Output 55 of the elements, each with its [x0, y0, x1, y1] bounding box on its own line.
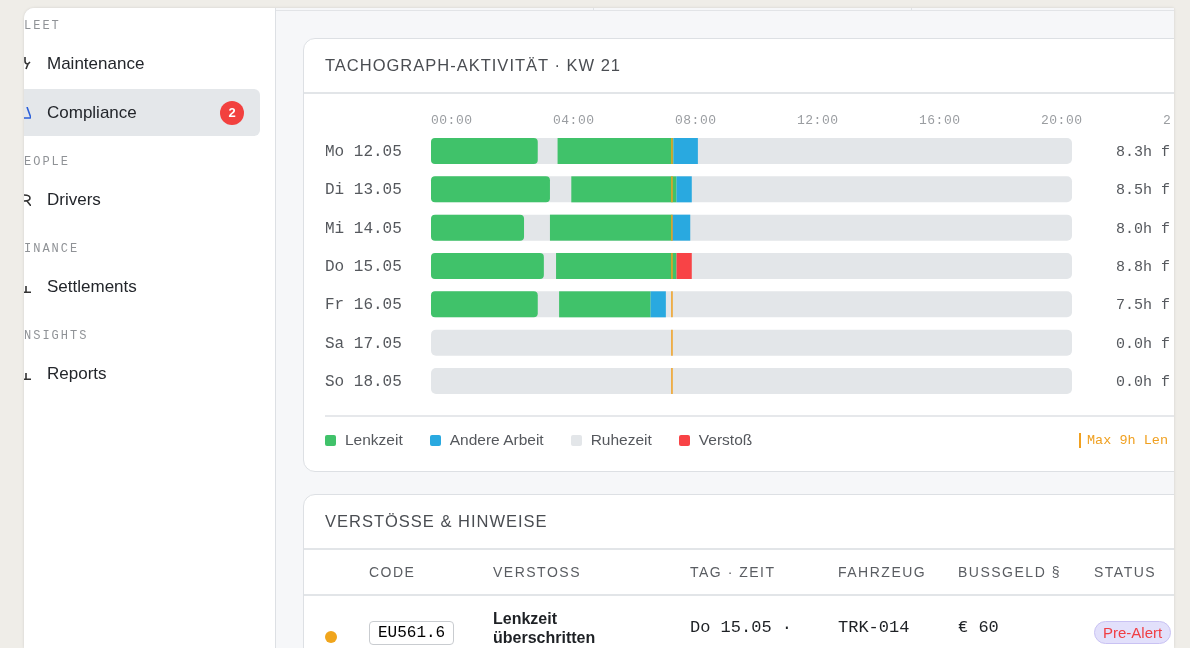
day-label: Do 15.05 — [325, 258, 402, 276]
column-header: BUSSGELD § — [958, 564, 1062, 580]
time-label: 16:00 — [919, 113, 961, 128]
nav-item[interactable]: Settlements — [24, 263, 260, 310]
time-label: 08:00 — [675, 113, 717, 128]
column-header: TAG · ZEIT — [690, 564, 777, 580]
hours-label: 8.3h f — [1116, 144, 1170, 161]
wrench-icon — [24, 57, 31, 70]
card-title: TACHOGRAPH-AKTIVITÄT · KW 21 — [325, 56, 621, 75]
section-label: LEET — [24, 18, 62, 34]
count-badge: 2 — [220, 100, 244, 125]
day-label: Mi 14.05 — [325, 219, 402, 238]
status-pill: Pre-Alert — [1094, 621, 1172, 644]
nav-item[interactable]: Maintenance — [24, 40, 260, 87]
day-label: So 18.05 — [325, 373, 402, 391]
bar-chart-icon — [24, 285, 31, 293]
code-tag: EU561.6 — [369, 621, 455, 645]
column-header: FAHRZEUG — [838, 564, 928, 580]
time-label: 04:00 — [553, 113, 595, 128]
nav-item[interactable]: Drivers — [24, 176, 260, 223]
day-label: Di 13.05 — [325, 181, 402, 200]
time-label: 20:00 — [1041, 113, 1083, 128]
table-cell-text: TRK-014 — [838, 618, 911, 637]
legend-label: Andere Arbeit — [449, 431, 544, 449]
time-label: 00:00 — [431, 113, 473, 128]
warning-icon — [24, 106, 31, 119]
nav-item[interactable]: Compliance 2 — [24, 89, 260, 136]
limit-legend: Max 9h Len — [1079, 432, 1168, 448]
section-label: INANCE — [24, 241, 81, 257]
table-cell-text: € 60 — [958, 618, 1000, 637]
nav-item[interactable]: Reports — [24, 350, 260, 397]
column-header: VERSTOSS — [493, 564, 582, 580]
hours-label: 0.0h f — [1116, 335, 1170, 353]
day-label: Fr 16.05 — [325, 296, 402, 315]
bar-chart-icon — [24, 372, 31, 380]
hours-label: 0.0h f — [1116, 374, 1170, 391]
legend-label: Ruhezeit — [590, 431, 652, 449]
day-label: Mo 12.05 — [325, 143, 402, 161]
time-label: 2 — [1163, 113, 1172, 128]
table-cell-text: Lenkzeit überschritten — [493, 609, 597, 647]
hours-label: 8.0h f — [1116, 220, 1170, 238]
legend-label: Verstoß — [698, 431, 753, 449]
hours-label: 8.8h f — [1116, 259, 1170, 276]
section-label: NSIGHTS — [24, 328, 90, 344]
person-icon — [24, 193, 31, 206]
column-header: CODE — [369, 564, 417, 580]
day-label: Sa 17.05 — [325, 334, 402, 353]
column-header: STATUS — [1094, 564, 1158, 580]
hours-label: 8.5h f — [1116, 182, 1170, 200]
table-cell-text: Do 15.05 · — [690, 618, 794, 637]
hours-label: 7.5h f — [1116, 297, 1170, 315]
legend-label: Lenkzeit — [345, 431, 403, 449]
time-label: 12:00 — [797, 113, 839, 128]
section-label: EOPLE — [24, 154, 71, 170]
card-title: VERSTÖSSE & HINWEISE — [325, 512, 548, 531]
